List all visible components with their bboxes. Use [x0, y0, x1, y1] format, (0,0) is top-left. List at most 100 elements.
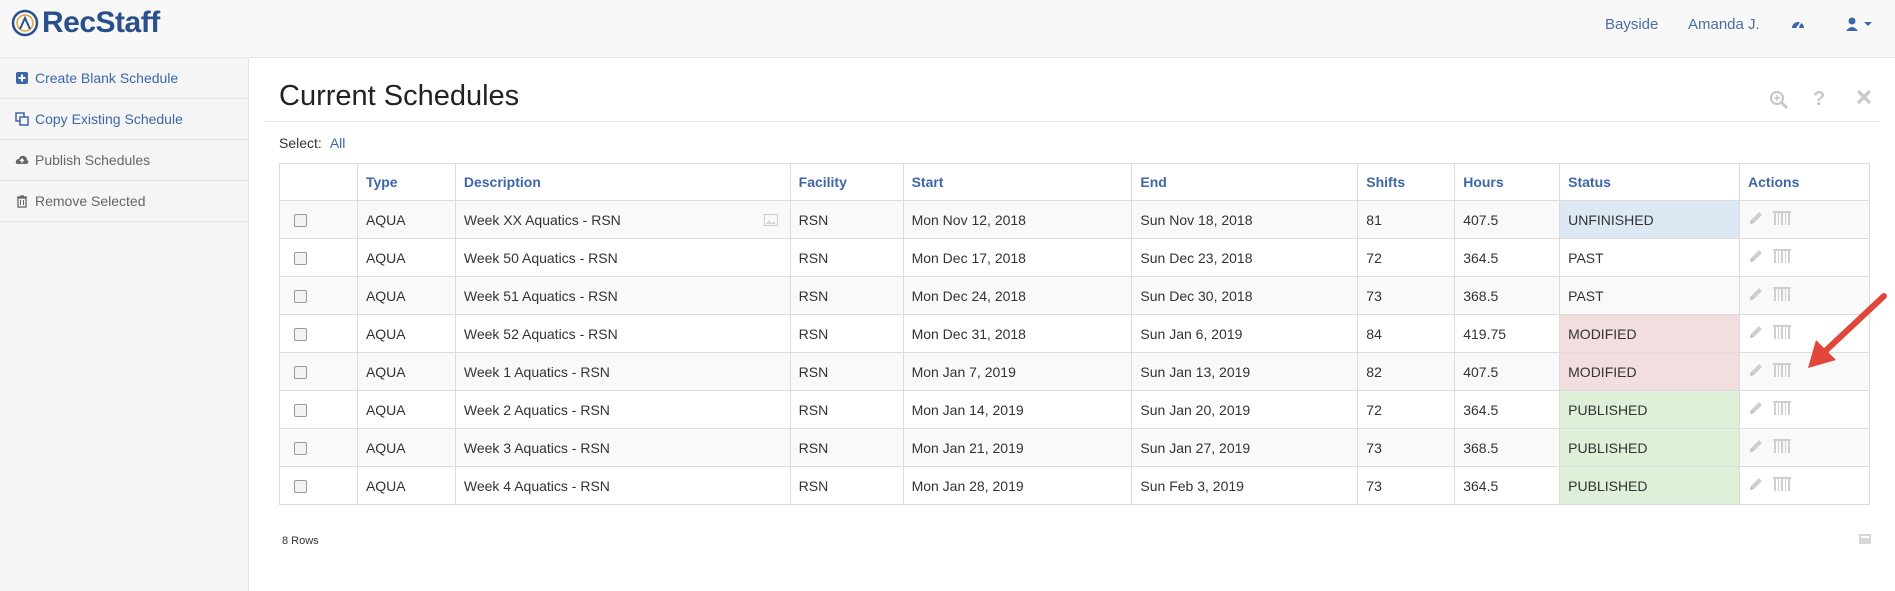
- barcode-icon[interactable]: [1772, 438, 1792, 454]
- barcode-icon[interactable]: [1772, 324, 1792, 340]
- edit-icon[interactable]: [1748, 476, 1764, 492]
- edit-icon[interactable]: [1748, 286, 1764, 302]
- table-row[interactable]: AQUA Week 51 Aquatics - RSN RSN Mon Dec 24,…: [279, 276, 1870, 315]
- cell-hours: 368.5: [1454, 276, 1561, 315]
- cell-end: Sun Jan 6, 2019: [1131, 314, 1359, 353]
- row-checkbox[interactable]: [294, 252, 307, 266]
- row-checkbox[interactable]: [294, 328, 307, 342]
- cell-type: AQUA: [356, 428, 456, 467]
- cell-description: Week 51 Aquatics - RSN: [454, 276, 791, 315]
- top-navbar: RecStaff Bayside Amanda J.: [0, 0, 1895, 58]
- header-type[interactable]: Type: [356, 163, 456, 201]
- row-select-cell: [279, 276, 358, 315]
- app-logo[interactable]: RecStaff: [10, 6, 160, 40]
- barcode-icon[interactable]: [1772, 476, 1792, 492]
- edit-icon[interactable]: [1748, 324, 1764, 340]
- header-description[interactable]: Description: [454, 163, 791, 201]
- table-row[interactable]: AQUA Week 52 Aquatics - RSN RSN Mon Dec 31,…: [279, 314, 1870, 353]
- edit-icon[interactable]: [1748, 248, 1764, 264]
- table-row[interactable]: AQUA Week 3 Aquatics - RSN RSN Mon Jan 21, …: [279, 428, 1870, 467]
- table-row[interactable]: AQUA Week 4 Aquatics - RSN RSN Mon Jan 28, …: [279, 466, 1870, 505]
- sidebar-item-remove-selected[interactable]: Remove Selected: [0, 181, 248, 222]
- rows-count: 8 Rows: [282, 535, 319, 547]
- help-icon[interactable]: ?: [1813, 88, 1825, 111]
- header-shifts[interactable]: Shifts: [1357, 163, 1456, 201]
- edit-icon[interactable]: [1748, 210, 1764, 226]
- cell-start: Mon Jan 7, 2019: [902, 352, 1133, 391]
- cell-start: Mon Nov 12, 2018: [902, 200, 1133, 239]
- cell-end: Sun Feb 3, 2019: [1131, 466, 1359, 505]
- export-icon[interactable]: [1858, 532, 1872, 546]
- sidebar-item-create-blank-schedule[interactable]: Create Blank Schedule: [0, 58, 248, 99]
- header-select: [279, 163, 358, 201]
- logo-text: RecStaff: [42, 6, 160, 39]
- edit-icon[interactable]: [1748, 400, 1764, 416]
- table-row[interactable]: AQUA Week XX Aquatics - RSN RSN Mon Nov 12,…: [279, 200, 1870, 239]
- cell-actions: [1739, 466, 1870, 505]
- barcode-icon[interactable]: [1772, 248, 1792, 264]
- copy-icon: [15, 112, 29, 126]
- select-bar: Select: All: [279, 135, 345, 151]
- sidebar-item-publish-schedules[interactable]: Publish Schedules: [0, 140, 248, 181]
- cell-facility: RSN: [789, 352, 904, 391]
- row-select-cell: [279, 200, 358, 239]
- facility-link[interactable]: Bayside: [1605, 16, 1658, 33]
- edit-icon[interactable]: [1748, 438, 1764, 454]
- image-icon[interactable]: [763, 214, 778, 226]
- cell-actions: [1739, 390, 1870, 429]
- barcode-icon[interactable]: [1772, 362, 1792, 378]
- user-icon[interactable]: [1845, 16, 1875, 32]
- cell-start: Mon Dec 17, 2018: [902, 238, 1133, 277]
- page-title: Current Schedules: [279, 80, 520, 112]
- cell-type: AQUA: [356, 390, 456, 429]
- cell-description: Week 2 Aquatics - RSN: [454, 390, 791, 429]
- header-start[interactable]: Start: [902, 163, 1133, 201]
- row-select-cell: [279, 466, 358, 505]
- barcode-icon[interactable]: [1772, 400, 1792, 416]
- row-checkbox[interactable]: [294, 442, 307, 456]
- row-checkbox[interactable]: [294, 214, 307, 228]
- cell-hours: 368.5: [1454, 428, 1561, 467]
- cell-end: Sun Nov 18, 2018: [1131, 200, 1359, 239]
- cell-description: Week XX Aquatics - RSN: [454, 200, 791, 239]
- header-hours[interactable]: Hours: [1454, 163, 1561, 201]
- barcode-icon[interactable]: [1772, 286, 1792, 302]
- cell-start: Mon Dec 31, 2018: [902, 314, 1133, 353]
- row-checkbox[interactable]: [294, 404, 307, 418]
- row-checkbox[interactable]: [294, 480, 307, 494]
- cell-status: PUBLISHED: [1559, 390, 1741, 429]
- table-row[interactable]: AQUA Week 1 Aquatics - RSN RSN Mon Jan 7, 2…: [279, 352, 1870, 391]
- cell-facility: RSN: [789, 200, 904, 239]
- barcode-icon[interactable]: [1772, 210, 1792, 226]
- cell-start: Mon Dec 24, 2018: [902, 276, 1133, 315]
- close-icon[interactable]: [1855, 88, 1873, 106]
- cell-shifts: 81: [1357, 200, 1456, 239]
- row-select-cell: [279, 314, 358, 353]
- logo-icon: [11, 9, 39, 37]
- cell-end: Sun Jan 13, 2019: [1131, 352, 1359, 391]
- cell-status: UNFINISHED: [1559, 200, 1741, 239]
- zoom-icon[interactable]: [1769, 90, 1789, 110]
- select-all-link[interactable]: All: [330, 135, 346, 151]
- header-status[interactable]: Status: [1559, 163, 1741, 201]
- edit-icon[interactable]: [1748, 362, 1764, 378]
- table-header-row: Type Description Facility Start End Shif…: [279, 163, 1870, 201]
- cell-facility: RSN: [789, 238, 904, 277]
- cell-type: AQUA: [356, 238, 456, 277]
- cell-hours: 364.5: [1454, 466, 1561, 505]
- header-facility[interactable]: Facility: [789, 163, 904, 201]
- table-row[interactable]: AQUA Week 2 Aquatics - RSN RSN Mon Jan 14, …: [279, 390, 1870, 429]
- title-divider: [265, 121, 1880, 122]
- table-row[interactable]: AQUA Week 50 Aquatics - RSN RSN Mon Dec 17,…: [279, 238, 1870, 277]
- header-end[interactable]: End: [1131, 163, 1359, 201]
- user-name-link[interactable]: Amanda J.: [1688, 16, 1760, 33]
- cell-hours: 407.5: [1454, 200, 1561, 239]
- row-checkbox[interactable]: [294, 366, 307, 380]
- cell-actions: [1739, 428, 1870, 467]
- dashboard-icon[interactable]: [1790, 16, 1806, 32]
- cell-end: Sun Jan 20, 2019: [1131, 390, 1359, 429]
- cell-type: AQUA: [356, 276, 456, 315]
- row-checkbox[interactable]: [294, 290, 307, 304]
- sidebar-item-copy-existing-schedule[interactable]: Copy Existing Schedule: [0, 99, 248, 140]
- cell-facility: RSN: [789, 390, 904, 429]
